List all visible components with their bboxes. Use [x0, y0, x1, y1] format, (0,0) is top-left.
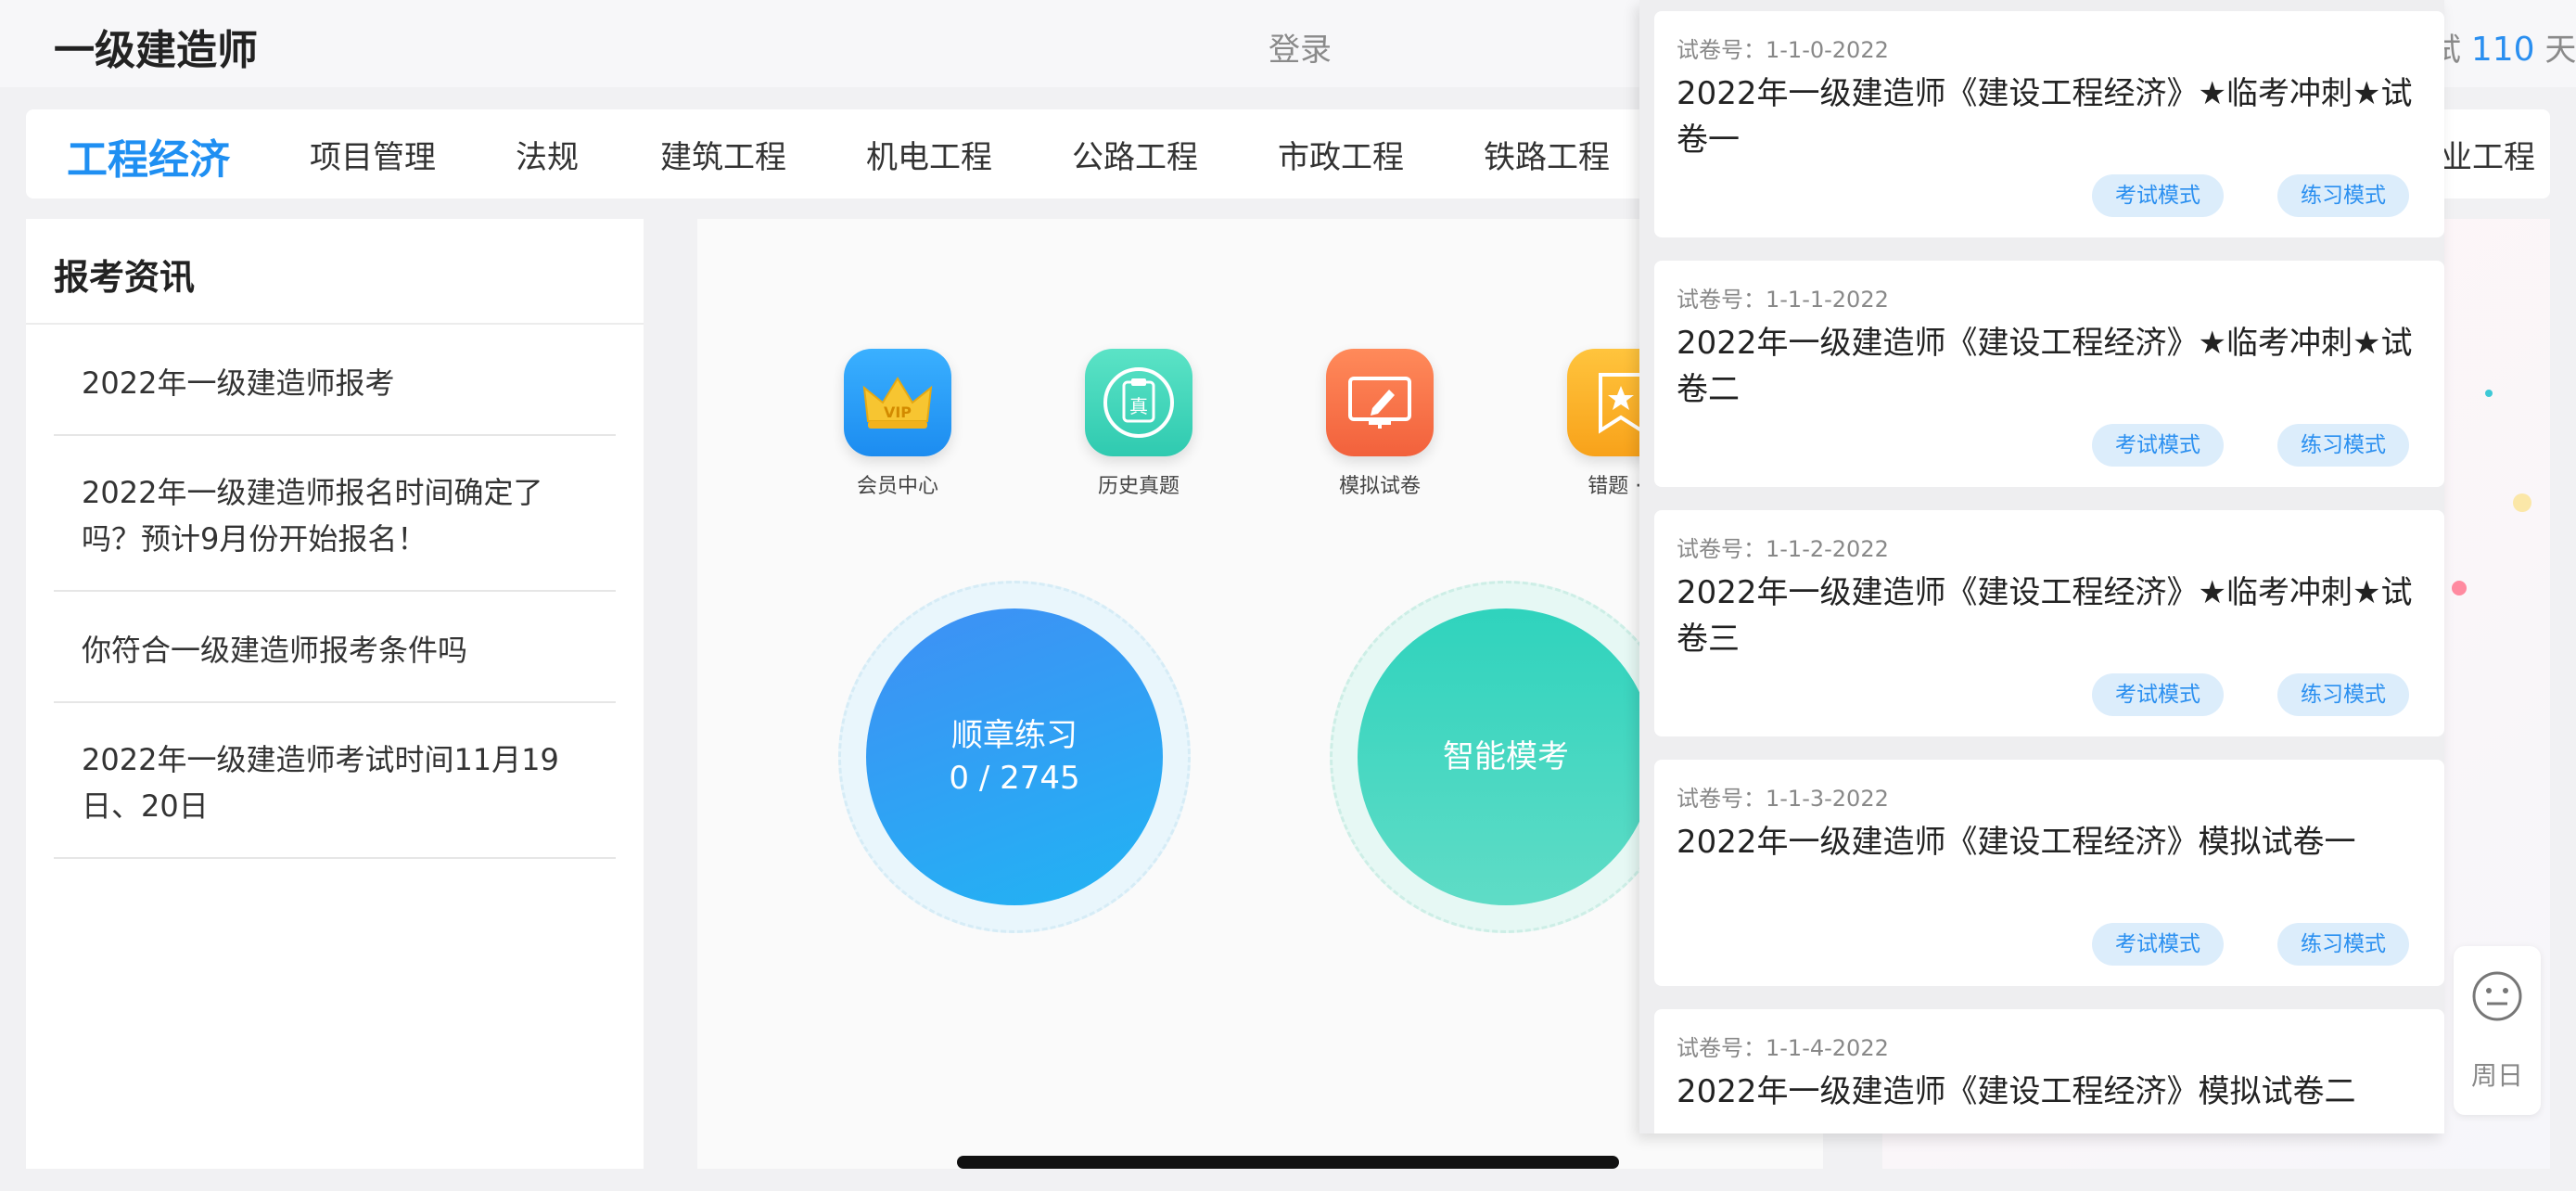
practice-mode-button[interactable]: 练习模式 [2277, 424, 2409, 467]
clipboard-mark: 真 [1129, 395, 1148, 417]
tab-project-management[interactable]: 项目管理 [310, 132, 436, 177]
news-item-text[interactable]: 2022年一级建造师报名时间确定了吗？预计9月份开始报名！ [82, 469, 601, 562]
quick-mock-paper[interactable]: 模拟试卷 [1287, 349, 1473, 499]
exam-countdown: 试 110 天 [2429, 24, 2576, 70]
exam-mode-button[interactable]: 考试模式 [2092, 174, 2224, 217]
app-title: 一级建造师 [54, 27, 258, 74]
practice-core[interactable]: 顺章练习 0 / 2745 [866, 608, 1163, 905]
tab-highway[interactable]: 公路工程 [1072, 132, 1198, 177]
smart-exam-core[interactable]: 智能模考 [1358, 608, 1654, 905]
exam-mode-button[interactable]: 考试模式 [2092, 424, 2224, 467]
news-item-text[interactable]: 2022年一级建造师报考 [82, 360, 601, 406]
paper-card[interactable]: 试卷号：1-1-4-2022 2022年一级建造师《建设工程经济》模拟试卷二 [1654, 1009, 2444, 1133]
paper-id: 试卷号：1-1-4-2022 [1677, 1035, 1889, 1061]
tab-engineering-economy[interactable]: 工程经济 [67, 126, 230, 186]
paper-title: 2022年一级建造师《建设工程经济》★临考冲刺★试卷二 [1677, 325, 2413, 408]
sequential-practice-button[interactable]: 顺章练习 0 / 2745 [838, 581, 1191, 933]
tab-electromechanical[interactable]: 机电工程 [866, 132, 992, 177]
quick-label: 模拟试卷 [1338, 475, 1421, 498]
practice-mode-button[interactable]: 练习模式 [2277, 923, 2409, 966]
decor-dot [2513, 493, 2531, 512]
decor-dot [2485, 390, 2493, 397]
decor-dot [2452, 581, 2467, 596]
tab-railway[interactable]: 铁路工程 [1484, 132, 1610, 177]
quick-past-exams[interactable]: 真 历史真题 [1046, 349, 1231, 499]
vip-text: VIP [884, 403, 912, 421]
countdown-unit: 天 [2544, 32, 2576, 69]
smart-exam-button[interactable]: 智能模考 [1330, 581, 1682, 933]
tab-construction[interactable]: 建筑工程 [660, 132, 786, 177]
quick-label: 历史真题 [1097, 475, 1180, 498]
paper-id: 试卷号：1-1-1-2022 [1677, 287, 1889, 313]
weekday-widget[interactable]: 周日 [2454, 946, 2541, 1115]
tab-regulations[interactable]: 法规 [516, 132, 579, 177]
paper-id: 试卷号：1-1-2-2022 [1677, 536, 1889, 562]
practice-label: 顺章练习 [951, 717, 1078, 754]
paper-card[interactable]: 试卷号：1-1-3-2022 2022年一级建造师《建设工程经济》模拟试卷一 考… [1654, 760, 2444, 986]
weekday-label: 周日 [2470, 1060, 2523, 1091]
quick-label: 会员中心 [856, 475, 938, 498]
paper-id: 试卷号：1-1-0-2022 [1677, 37, 1889, 63]
paper-title: 2022年一级建造师《建设工程经济》★临考冲刺★试卷三 [1677, 574, 2413, 658]
clipboard-icon[interactable]: 真 [1085, 349, 1192, 456]
paper-title: 2022年一级建造师《建设工程经济》模拟试卷二 [1677, 1073, 2356, 1110]
news-panel: 报考资讯 2022年一级建造师报考 2022年一级建造师报名时间确定了吗？预计9… [26, 219, 644, 1169]
paper-card[interactable]: 试卷号：1-1-0-2022 2022年一级建造师《建设工程经济》★临考冲刺★试… [1654, 11, 2444, 237]
news-item-text[interactable]: 你符合一级建造师报考条件吗 [82, 627, 601, 673]
news-item-text[interactable]: 2022年一级建造师考试时间11月19日、20日 [82, 736, 601, 829]
practice-mode-button[interactable]: 练习模式 [2277, 174, 2409, 217]
monitor-pen-icon[interactable] [1326, 349, 1434, 456]
vip-crown-icon[interactable]: VIP [844, 349, 951, 456]
exam-mode-button[interactable]: 考试模式 [2092, 673, 2224, 716]
exam-mode-button[interactable]: 考试模式 [2092, 923, 2224, 966]
neutral-face-icon [2471, 970, 2523, 1026]
paper-card[interactable]: 试卷号：1-1-2-2022 2022年一级建造师《建设工程经济》★临考冲刺★试… [1654, 510, 2444, 736]
home-indicator[interactable] [957, 1156, 1619, 1169]
paper-title: 2022年一级建造师《建设工程经济》★临考冲刺★试卷一 [1677, 75, 2413, 159]
tab-partial-engineering[interactable]: 业工程 [2441, 132, 2535, 177]
practice-progress: 0 / 2745 [949, 760, 1080, 797]
login-link[interactable]: 登录 [1269, 24, 1332, 70]
quick-vip-center[interactable]: VIP 会员中心 [805, 349, 990, 499]
countdown-days: 110 [2470, 31, 2535, 69]
paper-list-dropdown[interactable]: 试卷号：1-1-0-2022 2022年一级建造师《建设工程经济》★临考冲刺★试… [1639, 0, 2444, 1133]
paper-title: 2022年一级建造师《建设工程经济》模拟试卷一 [1677, 824, 2356, 861]
tab-municipal[interactable]: 市政工程 [1278, 132, 1404, 177]
practice-mode-button[interactable]: 练习模式 [2277, 673, 2409, 716]
news-title: 报考资讯 [54, 257, 196, 298]
smart-exam-label: 智能模考 [1443, 738, 1569, 775]
paper-id: 试卷号：1-1-3-2022 [1677, 786, 1889, 812]
paper-card[interactable]: 试卷号：1-1-1-2022 2022年一级建造师《建设工程经济》★临考冲刺★试… [1654, 261, 2444, 487]
